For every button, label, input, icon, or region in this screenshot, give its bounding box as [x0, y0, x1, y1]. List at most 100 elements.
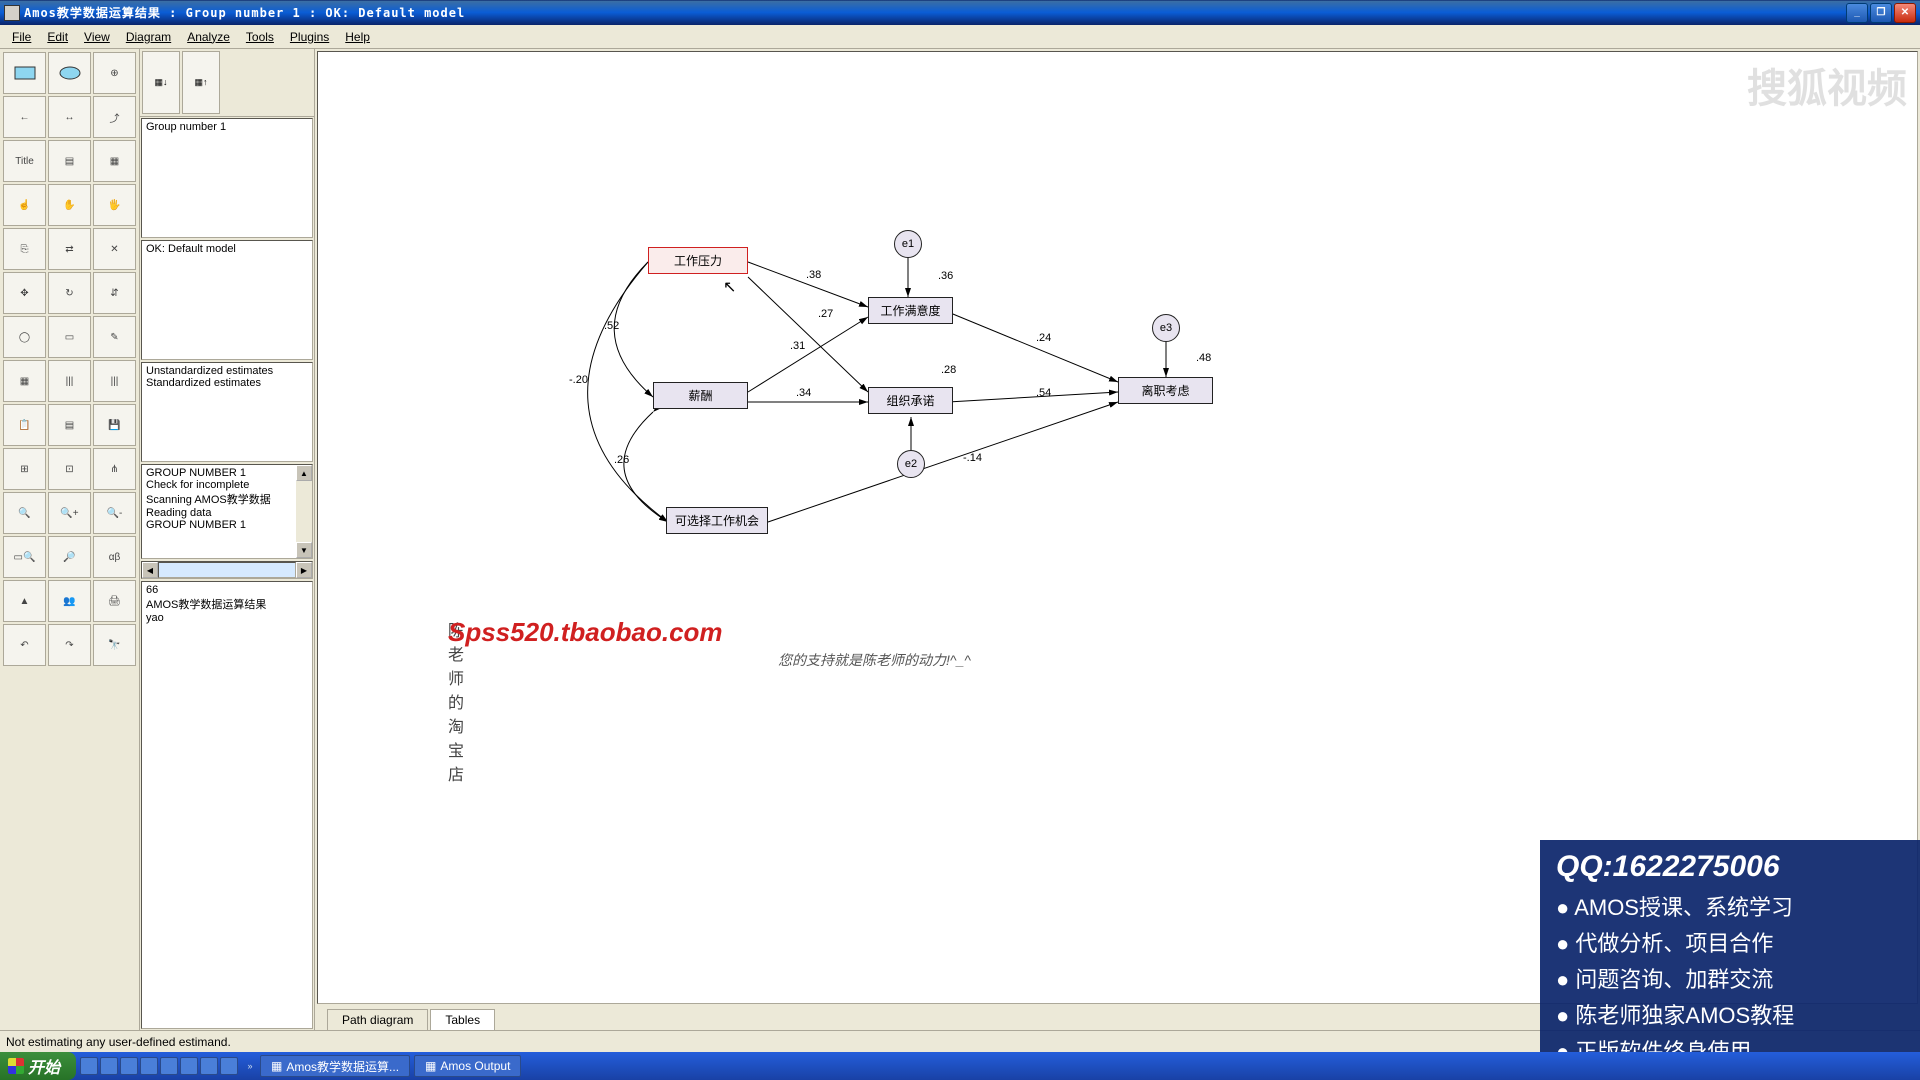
- object-props-tool[interactable]: ⊞: [3, 448, 46, 490]
- estimates-panel[interactable]: Unstandardized estimates Standardized es…: [141, 362, 313, 462]
- qq-title: QQ:1622275006: [1556, 850, 1904, 884]
- node-work-pressure[interactable]: 工作压力: [648, 247, 748, 274]
- ellipse-tool[interactable]: [48, 52, 91, 94]
- select-tool[interactable]: ☝: [3, 184, 46, 226]
- minimize-button[interactable]: _: [1846, 3, 1868, 23]
- print-tool[interactable]: 👥: [48, 580, 91, 622]
- info-line: yao: [146, 612, 308, 624]
- task-amos-data[interactable]: ▦ Amos教学数据运算...: [260, 1055, 410, 1077]
- error-e2[interactable]: e2: [897, 450, 925, 478]
- drag-props-tool[interactable]: ⊡: [48, 448, 91, 490]
- printer-tool[interactable]: 🖨: [93, 580, 136, 622]
- node-job-satisfaction[interactable]: 工作满意度: [868, 297, 953, 324]
- menu-tools[interactable]: Tools: [238, 28, 282, 46]
- shape-tool[interactable]: ◯: [3, 316, 46, 358]
- log-scrollbar[interactable]: ▲ ▼: [296, 465, 312, 558]
- latent-tool[interactable]: ⊕: [93, 52, 136, 94]
- vars-tool[interactable]: ▤: [48, 140, 91, 182]
- task-amos-output[interactable]: ▦ Amos Output: [414, 1055, 521, 1077]
- save-tool[interactable]: 💾: [93, 404, 136, 446]
- output-tool[interactable]: ▤: [48, 404, 91, 446]
- error-e3[interactable]: e3: [1152, 314, 1180, 342]
- ql-icon[interactable]: [80, 1057, 98, 1075]
- tab-path-diagram[interactable]: Path diagram: [327, 1009, 428, 1030]
- zoom-tool[interactable]: 🔍: [3, 492, 46, 534]
- title-tool[interactable]: Title: [3, 140, 46, 182]
- node-org-commitment[interactable]: 组织承诺: [868, 387, 953, 414]
- copy-tool[interactable]: ⎘: [3, 228, 46, 270]
- node-turnover[interactable]: 离职考虑: [1118, 377, 1213, 404]
- coef-jo-to: -.14: [963, 452, 982, 464]
- chevron-icon[interactable]: »: [242, 1061, 258, 1071]
- path-left-tool[interactable]: ←: [3, 96, 46, 138]
- undo-tool[interactable]: ↶: [3, 624, 46, 666]
- data-tool[interactable]: ▦: [3, 360, 46, 402]
- erase-tool[interactable]: ✕: [93, 228, 136, 270]
- menu-help[interactable]: Help: [337, 28, 378, 46]
- ql-icon[interactable]: [140, 1057, 158, 1075]
- menu-diagram[interactable]: Diagram: [118, 28, 179, 46]
- menu-analyze[interactable]: Analyze: [179, 28, 238, 46]
- qq-item: AMOS授课、系统学习: [1556, 890, 1904, 922]
- preserve-tool[interactable]: ⋔: [93, 448, 136, 490]
- node-job-opportunity[interactable]: 可选择工作机会: [666, 507, 768, 534]
- cov-wp-jo: -.20: [569, 374, 588, 386]
- error-e1[interactable]: e1: [894, 230, 922, 258]
- select-all-tool[interactable]: ✋: [48, 184, 91, 226]
- path-bidir-tool[interactable]: ↔: [48, 96, 91, 138]
- calc-tool[interactable]: |||: [93, 360, 136, 402]
- error-tool[interactable]: ⤴: [93, 96, 136, 138]
- rotate-tool[interactable]: ↻: [48, 272, 91, 314]
- tab-tables[interactable]: Tables: [430, 1009, 495, 1030]
- deselect-tool[interactable]: 🖐: [93, 184, 136, 226]
- menu-view[interactable]: View: [76, 28, 118, 46]
- close-button[interactable]: ✕: [1894, 3, 1916, 23]
- bayes-tool[interactable]: αβ: [93, 536, 136, 578]
- ql-icon[interactable]: [180, 1057, 198, 1075]
- resize-tool[interactable]: ✥: [3, 272, 46, 314]
- scroll-up-icon[interactable]: ▲: [296, 465, 312, 481]
- output-diagram-button[interactable]: ▦↑: [182, 51, 220, 114]
- group-item[interactable]: Group number 1: [146, 121, 308, 133]
- support-text: 您的支持就是陈老师的动力!^_^: [778, 650, 971, 670]
- maximize-button[interactable]: ❐: [1870, 3, 1892, 23]
- rectangle-tool[interactable]: [3, 52, 46, 94]
- ql-icon[interactable]: [100, 1057, 118, 1075]
- menu-file[interactable]: File: [4, 28, 39, 46]
- ql-icon[interactable]: [160, 1057, 178, 1075]
- scroll-down-icon[interactable]: ▼: [296, 542, 312, 558]
- loupe-tool[interactable]: 🔎: [48, 536, 91, 578]
- task-label: Amos Output: [440, 1059, 510, 1073]
- ql-icon[interactable]: [220, 1057, 238, 1075]
- groups-panel[interactable]: Group number 1: [141, 118, 313, 238]
- touchup-tool[interactable]: ✎: [93, 316, 136, 358]
- properties-tool[interactable]: ▭: [48, 316, 91, 358]
- standardized-item[interactable]: Standardized estimates: [146, 377, 308, 389]
- unstandardized-item[interactable]: Unstandardized estimates: [146, 365, 308, 377]
- clipboard-tool[interactable]: 📋: [3, 404, 46, 446]
- log-hscroll[interactable]: ◀ ▶: [141, 561, 313, 579]
- node-salary[interactable]: 薪酬: [653, 382, 748, 409]
- multigroup-tool[interactable]: ▲: [3, 580, 46, 622]
- spec-search-tool[interactable]: 🔭: [93, 624, 136, 666]
- reflect-tool[interactable]: ⇵: [93, 272, 136, 314]
- start-button[interactable]: 开始: [0, 1052, 76, 1080]
- move-tool[interactable]: ⇄: [48, 228, 91, 270]
- ql-icon[interactable]: [200, 1057, 218, 1075]
- zoom-out-tool[interactable]: 🔍-: [93, 492, 136, 534]
- ql-icon[interactable]: [120, 1057, 138, 1075]
- log-line: Check for incomplete: [146, 479, 308, 491]
- menu-edit[interactable]: Edit: [39, 28, 76, 46]
- menu-plugins[interactable]: Plugins: [282, 28, 337, 46]
- analysis-props-tool[interactable]: |||: [48, 360, 91, 402]
- model-item[interactable]: OK: Default model: [146, 243, 308, 255]
- input-diagram-button[interactable]: ▦↓: [142, 51, 180, 114]
- scroll-left-icon[interactable]: ◀: [142, 562, 158, 578]
- zoom-page-tool[interactable]: ▭🔍: [3, 536, 46, 578]
- redo-tool[interactable]: ↷: [48, 624, 91, 666]
- scroll-right-icon[interactable]: ▶: [296, 562, 312, 578]
- vars2-tool[interactable]: ▦: [93, 140, 136, 182]
- zoom-in-tool[interactable]: 🔍+: [48, 492, 91, 534]
- hscroll-track[interactable]: [158, 562, 296, 578]
- models-panel[interactable]: OK: Default model: [141, 240, 313, 360]
